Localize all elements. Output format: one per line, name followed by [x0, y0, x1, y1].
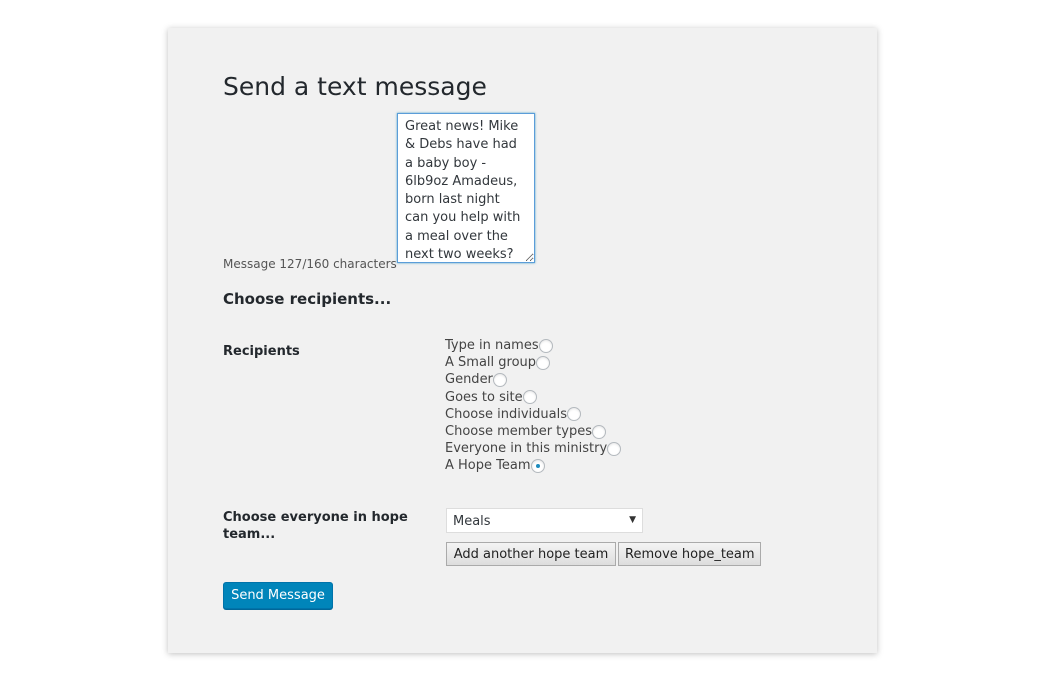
option-label: Choose individuals [445, 406, 567, 422]
page-title: Send a text message [223, 72, 487, 101]
recipient-option[interactable]: A Hope Team [445, 457, 621, 474]
recipient-option[interactable]: Goes to site [445, 389, 621, 406]
option-label: Type in names [445, 338, 539, 353]
radio-button[interactable] [592, 424, 606, 439]
recipient-option[interactable]: Type in names [445, 337, 621, 354]
recipients-heading: Choose recipients... [223, 290, 392, 308]
option-label: Choose member types [445, 424, 592, 440]
recipient-option[interactable]: Everyone in this ministry [445, 440, 622, 457]
option-label: Goes to site [445, 389, 523, 405]
option-label: Everyone in this ministry [445, 441, 608, 457]
recipient-option[interactable]: A Small group [445, 354, 621, 371]
recipient-option[interactable]: Choose member types [445, 423, 621, 440]
radio-button[interactable] [530, 459, 545, 474]
option-label: A Hope Team [445, 458, 531, 474]
hope-team-selected: Meals [453, 514, 491, 529]
remove-hope-team-button[interactable]: Remove hope_team [618, 542, 761, 566]
radio-button[interactable] [538, 338, 553, 353]
recipient-options: Type in names A Small group Gender Goes to … [445, 337, 622, 475]
send-message-panel: Send a text message Great news! Mike & D… [168, 28, 877, 653]
recipients-label: Recipients [223, 344, 300, 359]
radio-button[interactable] [522, 390, 537, 405]
hope-team-label: Choose everyone in hope team... [223, 510, 408, 542]
option-label: Gender [445, 372, 493, 388]
message-textarea[interactable]: Great news! Mike & Debs have had a baby … [397, 113, 535, 263]
radio-button[interactable] [567, 407, 581, 422]
recipient-option[interactable]: Gender [445, 371, 621, 388]
recipient-option[interactable]: Choose individuals [445, 406, 621, 423]
add-hope-team-button[interactable]: Add another hope team [446, 542, 616, 566]
character-counter: Message 127/160 characters [223, 257, 397, 271]
chevron-down-icon: ▼ [629, 515, 636, 525]
send-message-button[interactable]: Send Message [223, 582, 333, 609]
hope-team-select[interactable]: Meals ▼ [446, 508, 643, 533]
radio-button[interactable] [492, 373, 507, 387]
option-label: A Small group [445, 355, 537, 371]
radio-button[interactable] [536, 355, 551, 370]
radio-button[interactable] [607, 441, 622, 456]
